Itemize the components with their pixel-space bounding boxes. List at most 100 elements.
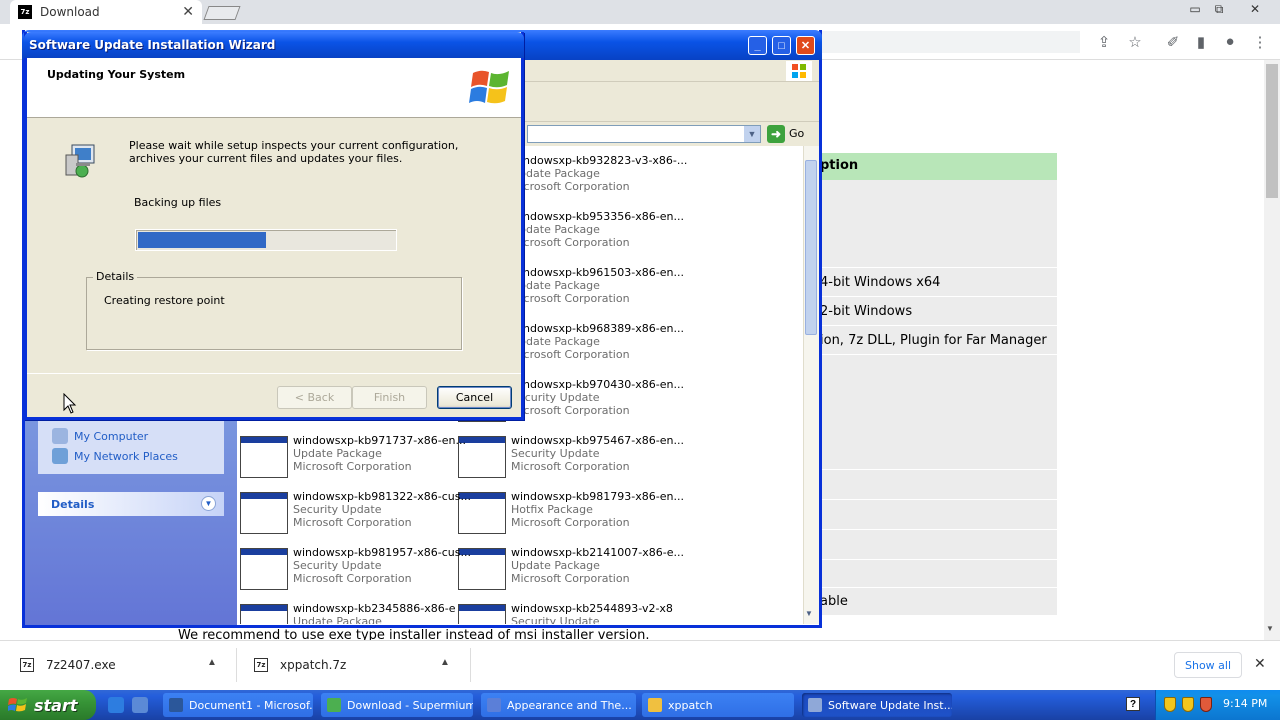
file-name: windowsxp-kb961503-x86-en... (511, 266, 684, 279)
file-type: Update Package (511, 167, 600, 180)
file-item[interactable]: windowsxp-kb2544893-v2-x8... Security Up… (458, 602, 673, 624)
menu-dots-icon[interactable]: ⋮ (1250, 33, 1270, 51)
file-company: Microsoft Corporation (293, 572, 412, 585)
file-name: windowsxp-kb2544893-v2-x8... (511, 602, 673, 615)
7zip-favicon-icon: 7z (18, 5, 32, 19)
file-type: Security Update (511, 447, 600, 460)
finish-button[interactable]: Finish (352, 386, 427, 409)
file-company: Microsoft Corporation (293, 516, 412, 529)
windows-xp-logo-icon (469, 70, 509, 104)
taskbar-item-download[interactable]: Download - Supermium (321, 693, 473, 717)
restore-window-icon[interactable]: ⧉ (1208, 2, 1230, 17)
file-company: Microsoft Corporation (511, 404, 630, 417)
tab-close-icon[interactable]: ✕ (182, 4, 194, 20)
taskbar-item-label: xppatch (668, 698, 713, 712)
file-item[interactable]: windowsxp-kb2345886-x86-e... Update Pack… (240, 602, 455, 624)
start-button[interactable]: start (0, 690, 96, 720)
wizard-message: Please wait while setup inspects your cu… (129, 139, 459, 165)
help-icon[interactable]: ? (1126, 697, 1140, 711)
close-downloads-icon[interactable]: ✕ (1254, 655, 1266, 672)
close-window-icon[interactable]: ✕ (1244, 2, 1266, 16)
extension-icon[interactable]: ✐ (1163, 33, 1183, 51)
go-button[interactable]: Go (789, 127, 804, 140)
minimize-window-icon[interactable]: ▭ (1184, 2, 1206, 16)
download-item[interactable]: 7z 7z2407.exe (20, 650, 116, 680)
download-item[interactable]: 7z xppatch.7z (254, 650, 346, 680)
new-tab-button[interactable] (203, 6, 241, 20)
wizard-titlebar[interactable]: Software Update Installation Wizard (24, 32, 524, 58)
file-company: Microsoft Corporation (511, 460, 630, 473)
table-cell (816, 500, 1057, 530)
file-name: windowsxp-kb2345886-x86-e... (293, 602, 455, 615)
security-shield-icon[interactable] (1182, 697, 1194, 712)
explorer-scrollbar-thumb[interactable] (805, 160, 817, 335)
progress-bar (135, 229, 397, 251)
table-cell (816, 355, 1057, 470)
address-bar[interactable] (820, 31, 1080, 53)
taskbar-item-appearance[interactable]: Appearance and The... (481, 693, 636, 717)
close-icon[interactable]: ✕ (796, 36, 815, 55)
browser-tab-download[interactable]: 7z Download ✕ (10, 0, 202, 24)
share-icon[interactable]: ⇪ (1094, 33, 1114, 51)
update-package-icon (240, 436, 288, 478)
chevron-up-icon[interactable]: ▲ (207, 657, 217, 668)
file-type: Update Package (293, 447, 382, 460)
file-company: Microsoft Corporation (511, 516, 630, 529)
show-all-button[interactable]: Show all (1174, 652, 1242, 678)
taskbar-item-label: Download - Supermium (347, 698, 473, 712)
explorer-address-input[interactable] (527, 125, 761, 143)
details-text: Creating restore point (104, 294, 225, 307)
minimize-icon[interactable]: _ (748, 36, 767, 55)
file-company: Microsoft Corporation (293, 460, 412, 473)
go-arrow-icon[interactable]: ➜ (767, 125, 785, 143)
table-cell: able (816, 588, 1057, 616)
file-item[interactable]: windowsxp-kb981957-x86-cus... Security U… (240, 546, 471, 596)
downloads-bar (0, 640, 1280, 690)
taskbar-item-label: Software Update Inst... (828, 698, 952, 712)
file-item[interactable]: windowsxp-kb2141007-x86-e... Update Pack… (458, 546, 684, 596)
file-item[interactable]: windowsxp-kb971737-x86-en... Update Pack… (240, 434, 466, 484)
maximize-icon[interactable]: □ (772, 36, 791, 55)
table-cell (816, 470, 1057, 500)
mouse-cursor-icon (63, 393, 77, 414)
divider (470, 648, 471, 682)
file-name: windowsxp-kb981957-x86-cus... (293, 546, 471, 559)
file-item[interactable]: windowsxp-kb981322-x86-cus... Security U… (240, 490, 471, 540)
update-package-icon (458, 604, 506, 624)
file-item[interactable]: windowsxp-kb975467-x86-en... Security Up… (458, 434, 684, 484)
table-cell: ion, 7z DLL, Plugin for Far Manager (816, 326, 1057, 355)
task-my-network-places[interactable]: My Network Places (52, 448, 178, 464)
internet-explorer-icon[interactable] (108, 697, 124, 713)
show-desktop-icon[interactable] (132, 697, 148, 713)
chevron-down-icon[interactable]: ▼ (744, 126, 760, 142)
details-panel-header[interactable]: Details (38, 492, 224, 516)
download-filename: xppatch.7z (280, 658, 347, 672)
browser-icon (327, 698, 341, 712)
bookmark-star-icon[interactable]: ☆ (1125, 33, 1145, 51)
profile-avatar-icon[interactable]: ● (1220, 33, 1240, 50)
security-alert-icon[interactable] (1200, 697, 1212, 712)
back-button[interactable]: < Back (277, 386, 352, 409)
update-package-icon (240, 548, 288, 590)
scroll-down-arrow-icon[interactable]: ▼ (805, 609, 813, 618)
scroll-down-arrow-icon[interactable]: ▼ (1266, 624, 1274, 633)
file-type: Hotfix Package (511, 503, 593, 516)
file-item[interactable]: windowsxp-kb981793-x86-en... Hotfix Pack… (458, 490, 684, 540)
taskbar-item-xppatch[interactable]: xppatch (642, 693, 794, 717)
cancel-button[interactable]: Cancel (437, 386, 512, 409)
explorer-menubar (525, 60, 819, 82)
page-scrollbar-thumb[interactable] (1266, 64, 1278, 198)
file-company: Microsoft Corporation (511, 348, 630, 361)
chevron-up-icon[interactable]: ▲ (440, 657, 450, 668)
file-type: Update Package (511, 335, 600, 348)
sidepanel-icon[interactable]: ▮ (1191, 33, 1211, 51)
divider (236, 648, 237, 682)
file-name: windowsxp-kb981793-x86-en... (511, 490, 684, 503)
security-shield-icon[interactable] (1164, 697, 1176, 712)
windows-flag-icon (8, 698, 27, 712)
taskbar-item-document1[interactable]: Document1 - Microsof... (163, 693, 313, 717)
taskbar-item-software-update[interactable]: Software Update Inst... (802, 693, 952, 717)
expand-chevron-icon[interactable]: ▼ (201, 496, 216, 511)
table-cell: 4-bit Windows x64 (816, 268, 1057, 297)
task-my-computer[interactable]: My Computer (52, 428, 148, 444)
